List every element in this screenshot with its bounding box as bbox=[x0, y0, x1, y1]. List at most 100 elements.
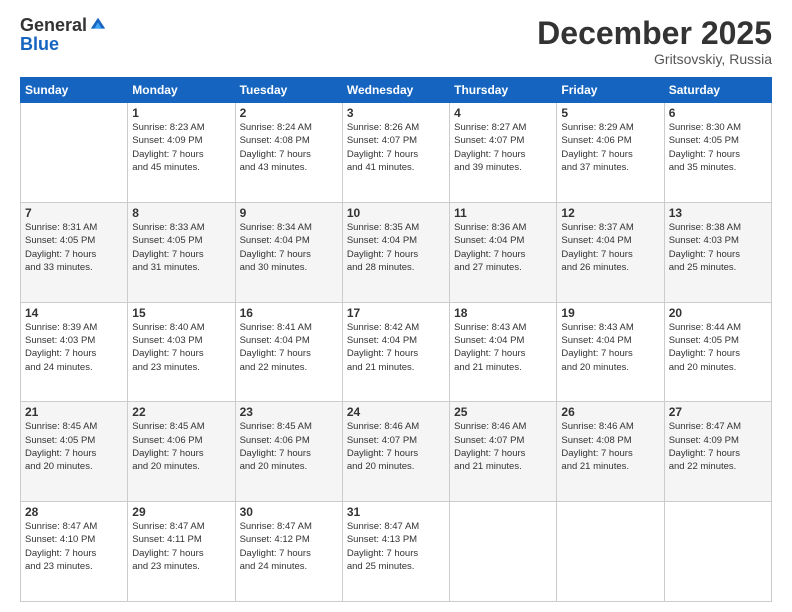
cell-info: Sunrise: 8:45 AMSunset: 4:06 PMDaylight:… bbox=[132, 420, 230, 473]
cell-info: Sunrise: 8:26 AMSunset: 4:07 PMDaylight:… bbox=[347, 121, 445, 174]
table-row: 18Sunrise: 8:43 AMSunset: 4:04 PMDayligh… bbox=[450, 302, 557, 402]
col-thursday: Thursday bbox=[450, 78, 557, 103]
col-tuesday: Tuesday bbox=[235, 78, 342, 103]
table-row: 6Sunrise: 8:30 AMSunset: 4:05 PMDaylight… bbox=[664, 103, 771, 203]
page: General Blue December 2025 Gritsovskiy, … bbox=[0, 0, 792, 612]
cell-info: Sunrise: 8:47 AMSunset: 4:13 PMDaylight:… bbox=[347, 520, 445, 573]
day-number: 30 bbox=[240, 505, 338, 519]
col-sunday: Sunday bbox=[21, 78, 128, 103]
day-number: 24 bbox=[347, 405, 445, 419]
cell-info: Sunrise: 8:35 AMSunset: 4:04 PMDaylight:… bbox=[347, 221, 445, 274]
col-monday: Monday bbox=[128, 78, 235, 103]
cell-info: Sunrise: 8:47 AMSunset: 4:11 PMDaylight:… bbox=[132, 520, 230, 573]
table-row: 11Sunrise: 8:36 AMSunset: 4:04 PMDayligh… bbox=[450, 202, 557, 302]
table-row: 1Sunrise: 8:23 AMSunset: 4:09 PMDaylight… bbox=[128, 103, 235, 203]
col-friday: Friday bbox=[557, 78, 664, 103]
cell-info: Sunrise: 8:46 AMSunset: 4:07 PMDaylight:… bbox=[454, 420, 552, 473]
table-row: 16Sunrise: 8:41 AMSunset: 4:04 PMDayligh… bbox=[235, 302, 342, 402]
table-row: 31Sunrise: 8:47 AMSunset: 4:13 PMDayligh… bbox=[342, 502, 449, 602]
day-number: 26 bbox=[561, 405, 659, 419]
table-row: 28Sunrise: 8:47 AMSunset: 4:10 PMDayligh… bbox=[21, 502, 128, 602]
cell-info: Sunrise: 8:43 AMSunset: 4:04 PMDaylight:… bbox=[561, 321, 659, 374]
cell-info: Sunrise: 8:39 AMSunset: 4:03 PMDaylight:… bbox=[25, 321, 123, 374]
table-row: 8Sunrise: 8:33 AMSunset: 4:05 PMDaylight… bbox=[128, 202, 235, 302]
table-row: 20Sunrise: 8:44 AMSunset: 4:05 PMDayligh… bbox=[664, 302, 771, 402]
day-number: 18 bbox=[454, 306, 552, 320]
logo-icon bbox=[89, 16, 107, 34]
table-row: 2Sunrise: 8:24 AMSunset: 4:08 PMDaylight… bbox=[235, 103, 342, 203]
location: Gritsovskiy, Russia bbox=[537, 51, 772, 67]
cell-info: Sunrise: 8:38 AMSunset: 4:03 PMDaylight:… bbox=[669, 221, 767, 274]
day-number: 22 bbox=[132, 405, 230, 419]
cell-info: Sunrise: 8:46 AMSunset: 4:08 PMDaylight:… bbox=[561, 420, 659, 473]
title-block: December 2025 Gritsovskiy, Russia bbox=[537, 16, 772, 67]
cell-info: Sunrise: 8:47 AMSunset: 4:12 PMDaylight:… bbox=[240, 520, 338, 573]
table-row: 22Sunrise: 8:45 AMSunset: 4:06 PMDayligh… bbox=[128, 402, 235, 502]
table-row: 24Sunrise: 8:46 AMSunset: 4:07 PMDayligh… bbox=[342, 402, 449, 502]
table-row: 3Sunrise: 8:26 AMSunset: 4:07 PMDaylight… bbox=[342, 103, 449, 203]
table-row: 10Sunrise: 8:35 AMSunset: 4:04 PMDayligh… bbox=[342, 202, 449, 302]
cell-info: Sunrise: 8:23 AMSunset: 4:09 PMDaylight:… bbox=[132, 121, 230, 174]
day-number: 16 bbox=[240, 306, 338, 320]
calendar-row-0: 1Sunrise: 8:23 AMSunset: 4:09 PMDaylight… bbox=[21, 103, 772, 203]
logo: General Blue bbox=[20, 16, 107, 55]
table-row: 29Sunrise: 8:47 AMSunset: 4:11 PMDayligh… bbox=[128, 502, 235, 602]
day-number: 1 bbox=[132, 106, 230, 120]
calendar-row-3: 21Sunrise: 8:45 AMSunset: 4:05 PMDayligh… bbox=[21, 402, 772, 502]
cell-info: Sunrise: 8:47 AMSunset: 4:10 PMDaylight:… bbox=[25, 520, 123, 573]
day-number: 12 bbox=[561, 206, 659, 220]
day-number: 3 bbox=[347, 106, 445, 120]
month-title: December 2025 bbox=[537, 16, 772, 51]
day-number: 2 bbox=[240, 106, 338, 120]
day-number: 8 bbox=[132, 206, 230, 220]
table-row: 14Sunrise: 8:39 AMSunset: 4:03 PMDayligh… bbox=[21, 302, 128, 402]
table-row: 17Sunrise: 8:42 AMSunset: 4:04 PMDayligh… bbox=[342, 302, 449, 402]
table-row: 13Sunrise: 8:38 AMSunset: 4:03 PMDayligh… bbox=[664, 202, 771, 302]
day-number: 23 bbox=[240, 405, 338, 419]
day-number: 25 bbox=[454, 405, 552, 419]
cell-info: Sunrise: 8:30 AMSunset: 4:05 PMDaylight:… bbox=[669, 121, 767, 174]
table-row: 5Sunrise: 8:29 AMSunset: 4:06 PMDaylight… bbox=[557, 103, 664, 203]
table-row: 23Sunrise: 8:45 AMSunset: 4:06 PMDayligh… bbox=[235, 402, 342, 502]
calendar-row-4: 28Sunrise: 8:47 AMSunset: 4:10 PMDayligh… bbox=[21, 502, 772, 602]
table-row bbox=[664, 502, 771, 602]
cell-info: Sunrise: 8:27 AMSunset: 4:07 PMDaylight:… bbox=[454, 121, 552, 174]
cell-info: Sunrise: 8:47 AMSunset: 4:09 PMDaylight:… bbox=[669, 420, 767, 473]
logo-blue: Blue bbox=[20, 34, 59, 55]
day-number: 11 bbox=[454, 206, 552, 220]
day-number: 9 bbox=[240, 206, 338, 220]
cell-info: Sunrise: 8:43 AMSunset: 4:04 PMDaylight:… bbox=[454, 321, 552, 374]
cell-info: Sunrise: 8:41 AMSunset: 4:04 PMDaylight:… bbox=[240, 321, 338, 374]
cell-info: Sunrise: 8:29 AMSunset: 4:06 PMDaylight:… bbox=[561, 121, 659, 174]
cell-info: Sunrise: 8:37 AMSunset: 4:04 PMDaylight:… bbox=[561, 221, 659, 274]
day-number: 4 bbox=[454, 106, 552, 120]
cell-info: Sunrise: 8:36 AMSunset: 4:04 PMDaylight:… bbox=[454, 221, 552, 274]
table-row: 9Sunrise: 8:34 AMSunset: 4:04 PMDaylight… bbox=[235, 202, 342, 302]
table-row: 7Sunrise: 8:31 AMSunset: 4:05 PMDaylight… bbox=[21, 202, 128, 302]
day-number: 29 bbox=[132, 505, 230, 519]
table-row bbox=[21, 103, 128, 203]
cell-info: Sunrise: 8:44 AMSunset: 4:05 PMDaylight:… bbox=[669, 321, 767, 374]
table-row: 26Sunrise: 8:46 AMSunset: 4:08 PMDayligh… bbox=[557, 402, 664, 502]
day-number: 6 bbox=[669, 106, 767, 120]
table-row bbox=[450, 502, 557, 602]
table-row: 27Sunrise: 8:47 AMSunset: 4:09 PMDayligh… bbox=[664, 402, 771, 502]
calendar-row-2: 14Sunrise: 8:39 AMSunset: 4:03 PMDayligh… bbox=[21, 302, 772, 402]
cell-info: Sunrise: 8:40 AMSunset: 4:03 PMDaylight:… bbox=[132, 321, 230, 374]
day-number: 19 bbox=[561, 306, 659, 320]
cell-info: Sunrise: 8:45 AMSunset: 4:06 PMDaylight:… bbox=[240, 420, 338, 473]
day-number: 28 bbox=[25, 505, 123, 519]
day-number: 21 bbox=[25, 405, 123, 419]
logo-general: General bbox=[20, 16, 87, 34]
table-row: 25Sunrise: 8:46 AMSunset: 4:07 PMDayligh… bbox=[450, 402, 557, 502]
table-row: 4Sunrise: 8:27 AMSunset: 4:07 PMDaylight… bbox=[450, 103, 557, 203]
calendar-row-1: 7Sunrise: 8:31 AMSunset: 4:05 PMDaylight… bbox=[21, 202, 772, 302]
cell-info: Sunrise: 8:31 AMSunset: 4:05 PMDaylight:… bbox=[25, 221, 123, 274]
cell-info: Sunrise: 8:34 AMSunset: 4:04 PMDaylight:… bbox=[240, 221, 338, 274]
calendar-header-row: Sunday Monday Tuesday Wednesday Thursday… bbox=[21, 78, 772, 103]
cell-info: Sunrise: 8:46 AMSunset: 4:07 PMDaylight:… bbox=[347, 420, 445, 473]
calendar: Sunday Monday Tuesday Wednesday Thursday… bbox=[20, 77, 772, 602]
day-number: 20 bbox=[669, 306, 767, 320]
col-saturday: Saturday bbox=[664, 78, 771, 103]
table-row bbox=[557, 502, 664, 602]
